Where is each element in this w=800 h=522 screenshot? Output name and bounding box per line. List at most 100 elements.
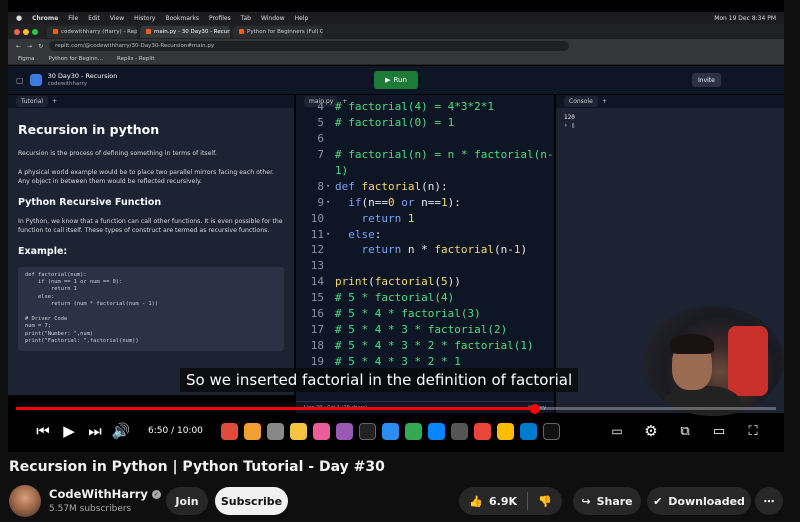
code-text: # factorial(4) = 4*3*2*1 [335,100,494,114]
code-line: 14 print(factorial(5)) [296,274,554,290]
code-text: print(factorial(5)) [335,275,461,289]
replit-favicon-icon [53,29,58,34]
code-line: 19 # 5 * 4 * 3 * 2 * 1 [296,353,554,369]
code-line: 10 return 1 [296,210,554,226]
project-name: 30 Day30 - Recursion [47,72,118,80]
dock-app-icon [312,422,330,440]
browser-tab-label: codewithharry (Harry) - Replit [61,28,137,35]
menubar-item: Help [294,14,309,22]
code-line: 7 # factorial(n) = n * factorial(n- [296,147,554,163]
like-divider [527,492,528,510]
code-editor: main.py + 4 # factorial(4) = 4*3*2*1 5 # fa… [296,95,554,413]
code-line: 13 [296,258,554,274]
channel-name-text[interactable]: CodeWithHarry [49,487,148,501]
gaming-chair [728,326,768,396]
dock-app-icon [427,422,445,440]
dock-app-icon [450,422,468,440]
menubar-item: Window [260,14,285,22]
dock-app-icon [473,422,491,440]
video-title: Recursion in Python | Python Tutorial - … [9,459,385,475]
bookmarks-bar: Figma Python for Beginn... Replis - Replit [8,53,784,65]
code-text: else: [348,227,382,241]
code-text: # 5 * 4 * 3 * 2 * factorial(1) [335,338,534,352]
captions-icon[interactable]: ▭ [604,418,630,444]
presenter-hair [670,334,714,354]
next-button[interactable]: ⏭ [82,418,108,444]
player-right-controls: ▭ ⚙ ⧉ ▭ ⛶ [604,416,766,446]
previous-button[interactable]: ⏮ [30,418,56,444]
video-player[interactable]: ● Chrome File Edit View History Bookmarks Prof… [8,0,784,452]
verified-check-icon: ✓ [151,489,161,499]
browser-tab-label: Python for Beginners (Full Co... [247,28,323,35]
menubar-item: Tab [240,14,251,22]
menubar-clock: Mon 19 Dec 8:34 PM [714,14,776,22]
play-icon: ▶ [385,76,391,84]
player-controls: ⏮ ▶ ⏭ 🔊 6:50 / 10:00 ▭ ⚙ ⧉ ▭ ⛶ [8,416,784,446]
console-output-text: 120 [564,114,575,121]
run-label: Run [393,76,407,84]
tutorial-title: Recursion in python [18,122,160,137]
channel-avatar[interactable] [9,485,41,517]
tutorial-tab: Tutorial [16,96,49,107]
volume-icon[interactable]: 🔊 [108,418,134,444]
console-output: 120 › ▯ [556,108,784,136]
line-number: 16 [310,307,324,321]
fold-chevron-icon: ▾ [326,230,331,239]
theater-mode-icon[interactable]: ▭ [706,418,732,444]
project-owner: codewithharry [47,81,88,87]
share-button[interactable]: ↪ Share [573,487,641,515]
more-dots-icon: ⋯ [763,494,775,508]
tutorial-paragraph-2: A physical world example would be to pla… [18,168,275,186]
tutorial-paragraph-1: Recursion is the process of defining som… [18,150,217,157]
line-number: 18 [310,338,324,352]
code-text: # 5 * 4 * factorial(3) [335,307,481,321]
dock-app-icon [289,422,307,440]
dock-app-icon [266,422,284,440]
add-tab-icon: + [52,98,58,105]
browser-tabbar: codewithharry (Harry) - Replit main.py - … [8,24,784,39]
sidebar-toggle-icon: ▢ [16,75,24,85]
code-line: 9 ▾ if(n==0 or n==1): [296,194,554,210]
dock-app-icon [542,422,560,440]
download-check-icon: ✔ [653,494,663,508]
line-number: 13 [310,259,324,273]
code-line: 4 # factorial(4) = 4*3*2*1 [296,99,554,115]
subscribe-button[interactable]: Subscribe [215,487,288,515]
tutorial-example-heading: Example: [18,245,68,257]
dock-app-icon [404,422,422,440]
miniplayer-icon[interactable]: ⧉ [672,418,698,444]
browser-tab-label: main.py - 30 Day30 - Recursi... [154,28,230,35]
line-number: 4 [317,100,324,114]
browser-tab: codewithharry (Harry) - Replit [47,25,137,38]
back-icon: ← [16,42,22,50]
channel-name[interactable]: CodeWithHarry ✓ [49,487,161,501]
code-text: return n * factorial(n-1) [361,243,528,257]
line-number: 14 [310,275,324,289]
thumbs-down-icon[interactable]: 👎 [538,495,552,508]
console-prompt: › ▯ [564,122,575,129]
menubar-item: Edit [88,14,100,22]
play-button[interactable]: ▶ [56,418,82,444]
tutorial-paragraph-3: In Python, we know that a function can c… [18,217,283,235]
progress-scrubber[interactable] [530,403,541,414]
join-button[interactable]: Join [166,487,208,515]
menubar-item: History [134,14,156,22]
line-number: 12 [310,243,324,257]
more-actions-button[interactable]: ⋯ [755,487,783,515]
download-button[interactable]: ✔ Downloaded [647,487,751,515]
code-text: def factorial(n): [335,179,448,193]
mac-menubar: ● Chrome File Edit View History Bookmarks Prof… [8,12,784,24]
like-count[interactable]: 6.9K [489,495,517,508]
dock-app-icon [243,422,261,440]
dock-app-icon [519,422,537,440]
settings-gear-icon[interactable]: ⚙ [638,418,664,444]
code-text: if(n==0 or n==1): [348,195,461,209]
code-text: # 5 * factorial(4) [335,291,455,305]
progress-bar[interactable] [16,403,776,414]
maximize-window-icon [32,28,38,35]
fullscreen-icon[interactable]: ⛶ [740,418,766,444]
tutorial-pane-header: Tutorial + [8,95,294,108]
dock-app-icon [220,422,238,440]
minimize-window-icon [23,28,29,35]
thumbs-up-icon[interactable]: 👍 [469,495,483,508]
